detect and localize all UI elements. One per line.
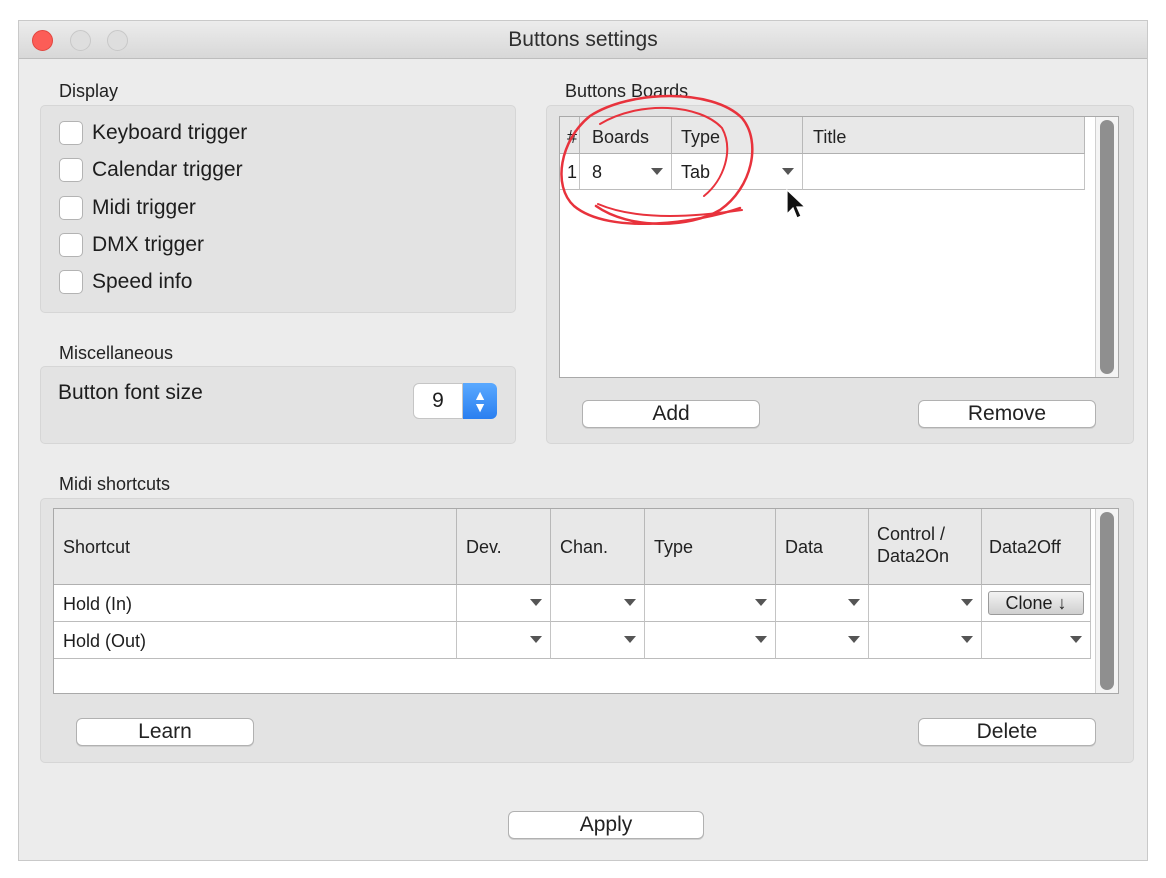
annotation-overlay bbox=[560, 94, 807, 226]
red-circle-annotation-stroke bbox=[599, 107, 729, 197]
red-circle-annotation bbox=[560, 94, 754, 226]
mouse-pointer-icon bbox=[786, 188, 807, 219]
